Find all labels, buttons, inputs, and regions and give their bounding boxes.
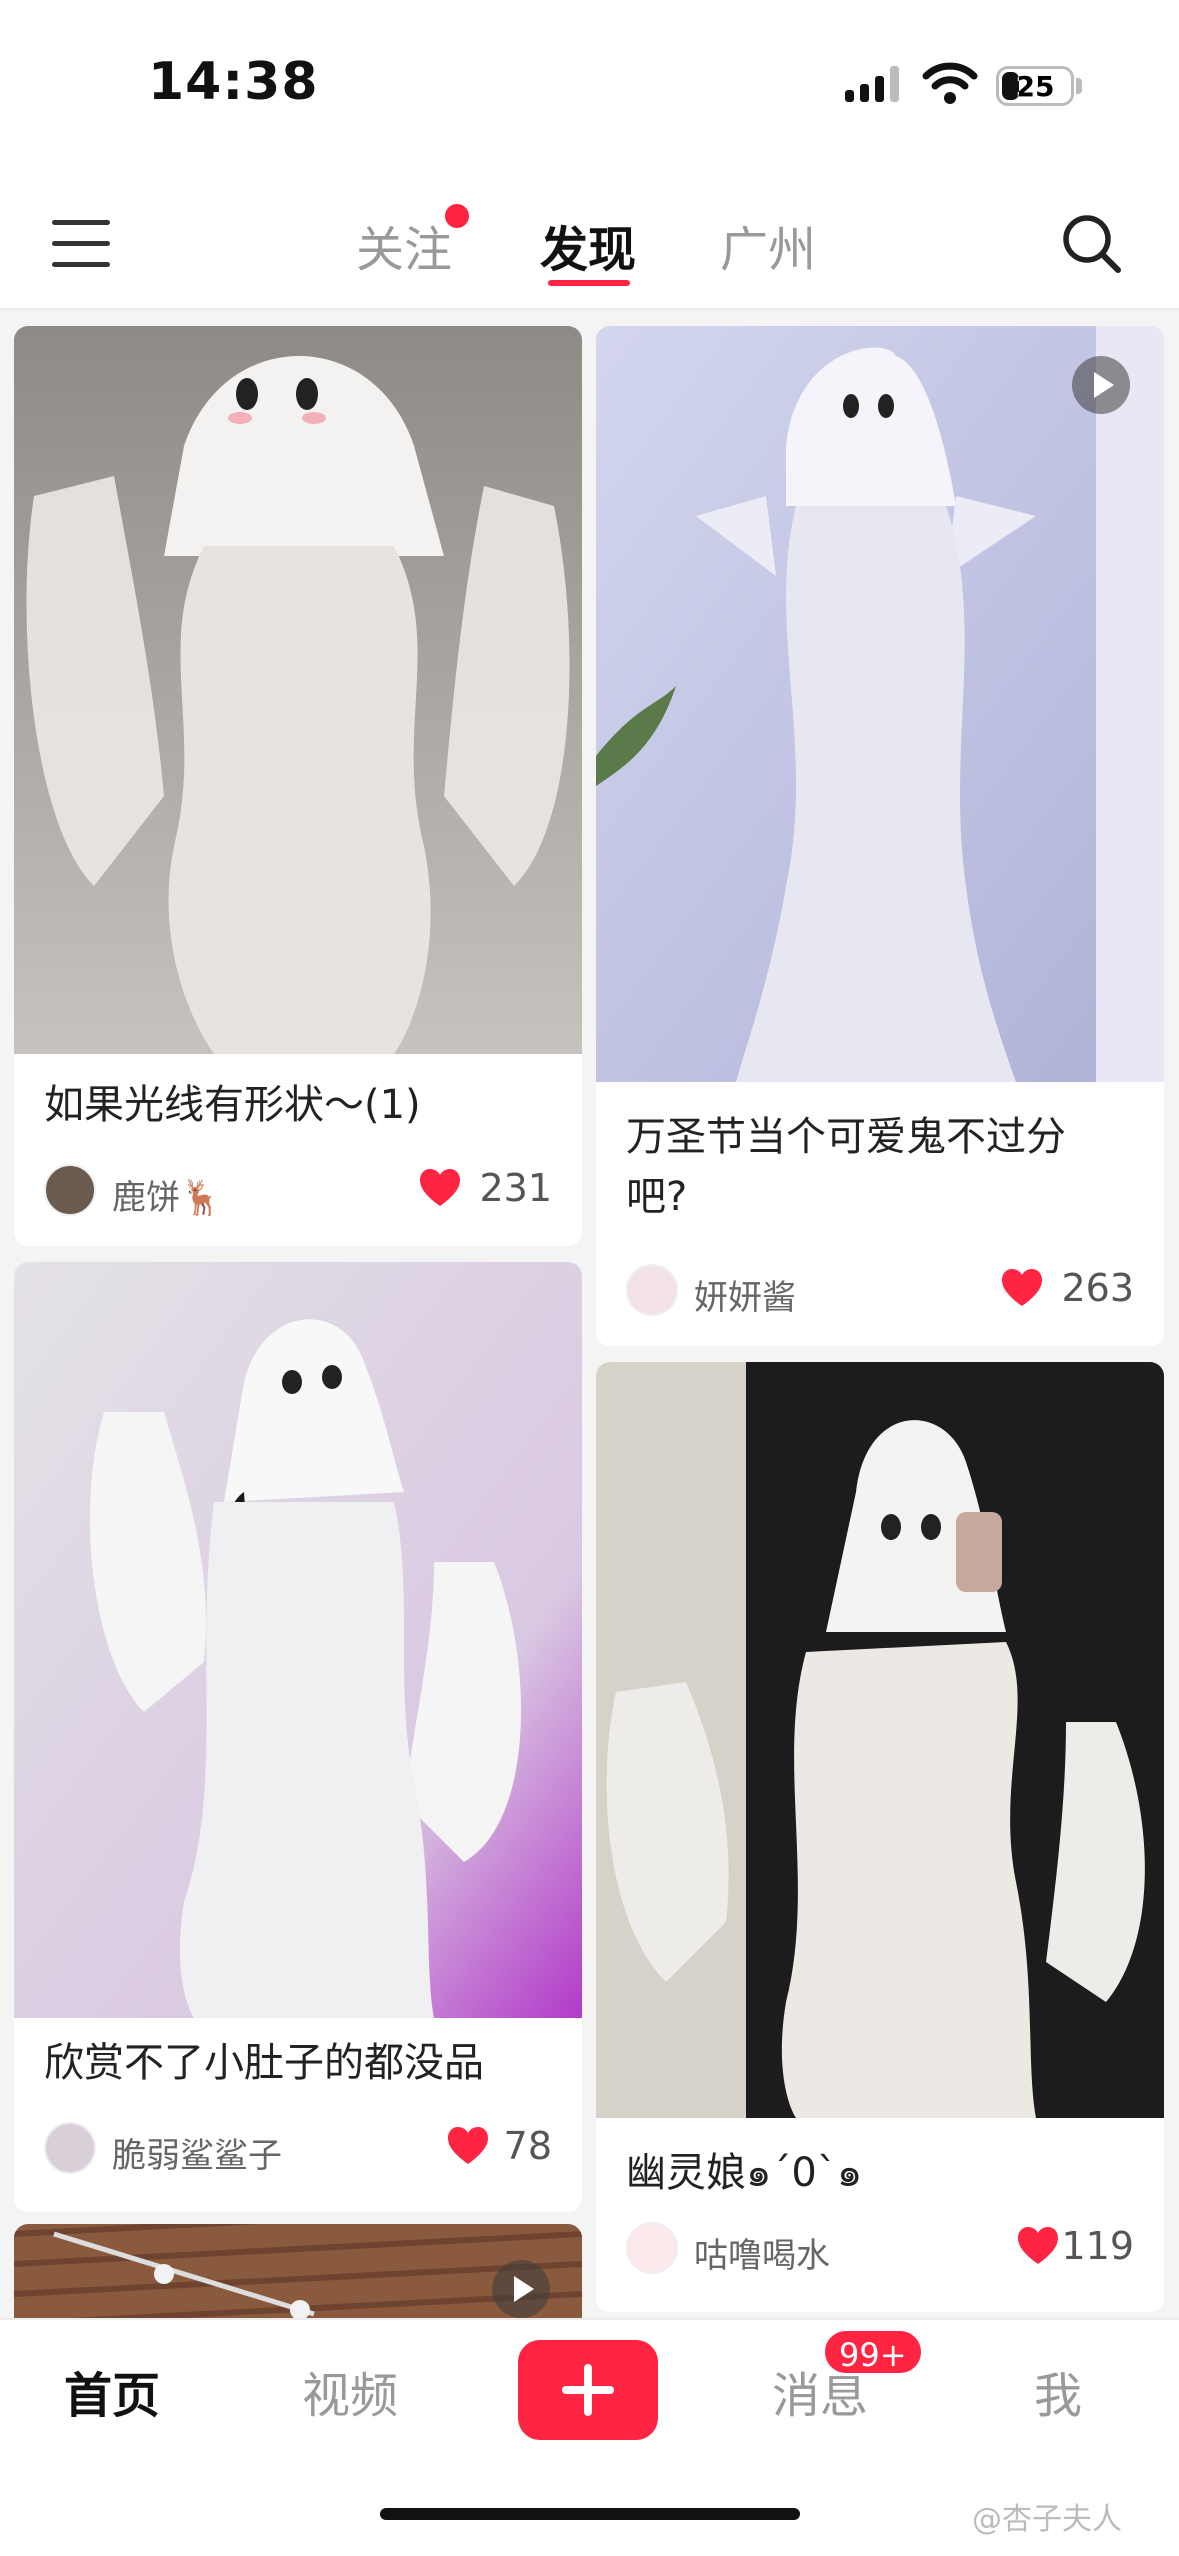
- author-name: 鹿饼🦌: [112, 1178, 223, 1218]
- author-name: 脆弱鲨鲨子: [112, 2136, 282, 2176]
- create-post-button[interactable]: [518, 2340, 658, 2440]
- menu-icon[interactable]: [52, 220, 110, 268]
- card-title: 如果光线有形状～(1): [44, 1082, 421, 1128]
- home-indicator[interactable]: [380, 2508, 800, 2520]
- bottom-tab-me[interactable]: 我: [1034, 2356, 1082, 2426]
- cellular-signal-icon: [845, 66, 899, 102]
- heart-icon[interactable]: [1000, 1268, 1044, 1308]
- feed-card[interactable]: 万圣节当个可爱鬼不过分 吧? 妍妍酱 263: [596, 326, 1164, 1346]
- app-screen: { "status_bar": { "time": "14:38", "batt…: [0, 0, 1179, 2556]
- bottom-tab-home[interactable]: 首页: [64, 2356, 160, 2426]
- watermark: @杏子夫人: [972, 2502, 1122, 2537]
- feed-card[interactable]: 如果光线有形状～(1) 鹿饼🦌 231: [14, 326, 582, 1246]
- author-avatar: [44, 1164, 96, 1216]
- tab-city[interactable]: 广州: [720, 210, 816, 280]
- heart-icon[interactable]: [446, 2126, 490, 2166]
- bottom-tab-video[interactable]: 视频: [302, 2356, 398, 2426]
- tab-discover[interactable]: 发现: [540, 210, 636, 280]
- feed-card[interactable]: 幽灵娘๑´0`๑ 咕噜喝水 119: [596, 1362, 1164, 2312]
- messages-badge: 99+: [822, 2328, 924, 2376]
- post-image: [14, 1262, 582, 2018]
- tab-follow[interactable]: 关注: [356, 210, 452, 280]
- author-avatar: [626, 2222, 678, 2274]
- battery-level: 25: [1015, 70, 1055, 103]
- author-name: 咕噜喝水: [694, 2236, 830, 2276]
- video-play-icon: [492, 2260, 550, 2318]
- heart-icon[interactable]: [418, 1168, 462, 1208]
- like-count: 78: [503, 2124, 552, 2168]
- like-count: 263: [1061, 1266, 1134, 1310]
- author-avatar: [626, 1264, 678, 1316]
- heart-icon[interactable]: [1016, 2226, 1060, 2266]
- status-time: 14:38: [148, 52, 319, 112]
- feed-card[interactable]: 欣赏不了小肚子的都没品 脆弱鲨鲨子 78: [14, 1262, 582, 2212]
- like-count: 119: [1061, 2224, 1134, 2268]
- like-count: 231: [479, 1166, 552, 1210]
- status-bar: 14:38 25: [0, 0, 1179, 160]
- card-title: 欣赏不了小肚子的都没品: [44, 2040, 484, 2086]
- wifi-icon: [922, 62, 978, 104]
- card-title-line1: 万圣节当个可爱鬼不过分: [626, 1114, 1066, 1160]
- notification-dot: [445, 204, 469, 228]
- author-name: 妍妍酱: [694, 1278, 796, 1318]
- card-title: 幽灵娘๑´0`๑: [626, 2150, 863, 2196]
- search-icon[interactable]: [1060, 212, 1124, 276]
- author-avatar: [44, 2122, 96, 2174]
- battery-icon: 25: [996, 66, 1074, 106]
- active-tab-indicator: [548, 280, 630, 286]
- video-play-icon: [1072, 356, 1130, 414]
- post-image: [596, 1362, 1164, 2118]
- top-navigation: 关注 发现 广州: [0, 160, 1179, 310]
- battery-tip: [1076, 78, 1082, 94]
- post-image: [596, 326, 1164, 1082]
- post-image: [14, 326, 582, 1054]
- card-title-line2: 吧?: [626, 1174, 688, 1220]
